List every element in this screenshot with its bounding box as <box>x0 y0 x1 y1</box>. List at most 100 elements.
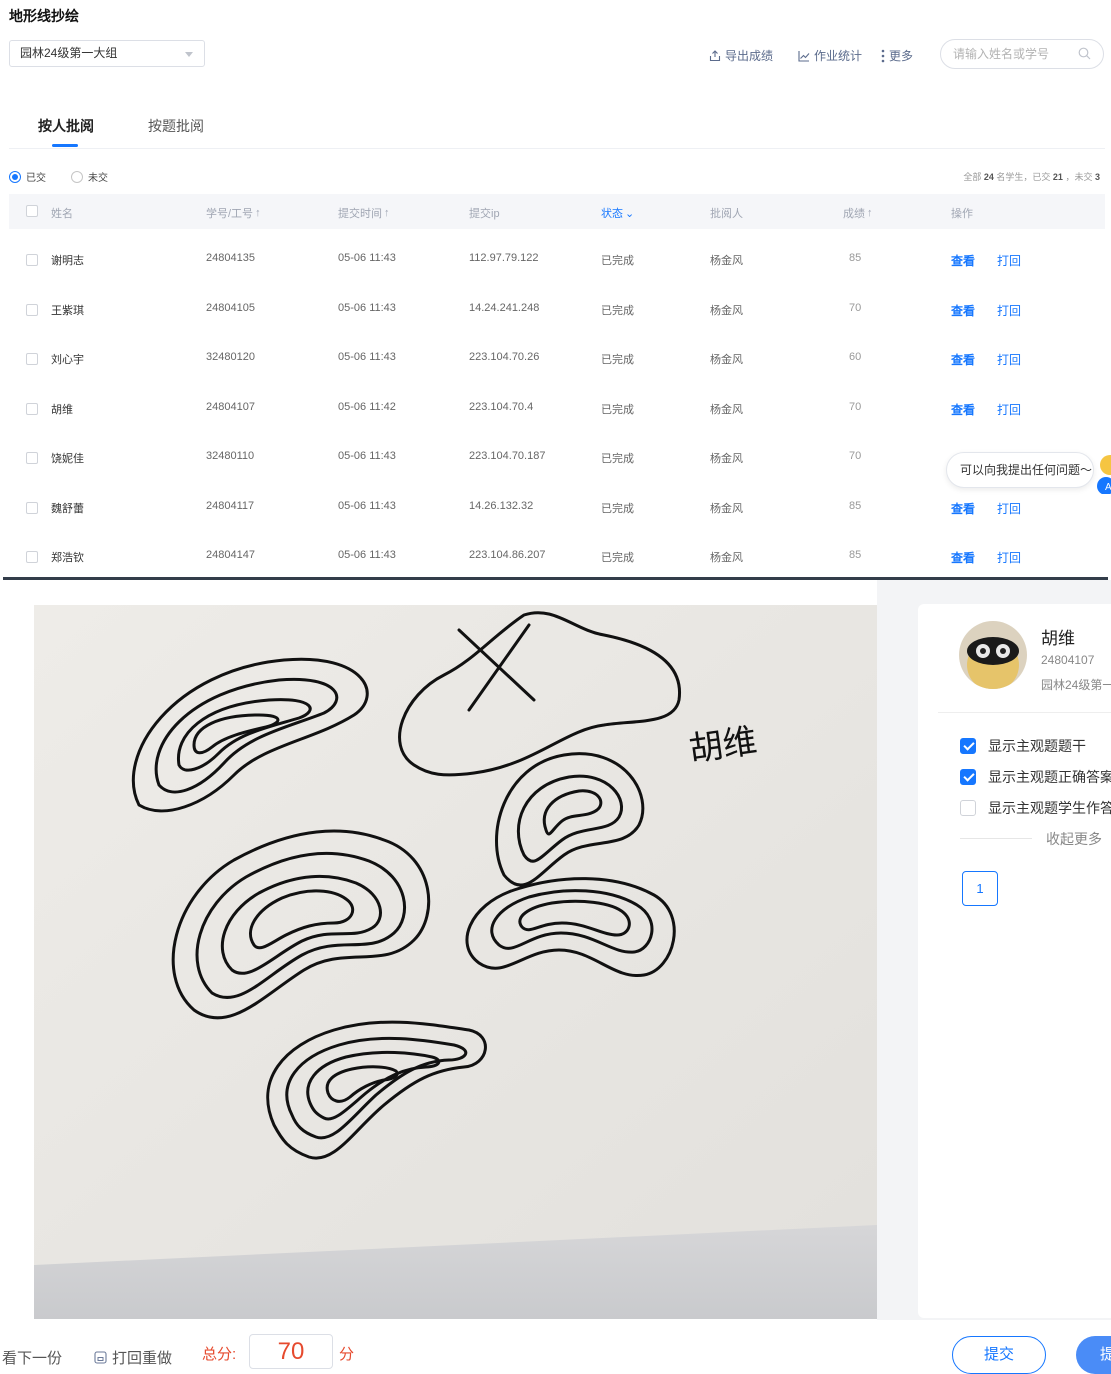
checkbox-checked-icon[interactable] <box>960 769 976 785</box>
col-name: 姓名 <box>51 205 73 221</box>
table-row[interactable]: 刘心宇 32480120 05-06 11:43 223.104.70.26 已完成 杨金… <box>9 335 1105 384</box>
cell-score: 70 <box>849 301 862 314</box>
option-show-student-answer[interactable]: 显示主观题学生作答 <box>960 798 1111 818</box>
option-show-stem-label: 显示主观题题干 <box>988 738 1086 754</box>
question-page-1[interactable]: 1 <box>962 871 998 906</box>
option-show-stem[interactable]: 显示主观题题干 <box>960 736 1086 756</box>
table-row[interactable]: 胡维 24804107 05-06 11:42 223.104.70.4 已完成 杨金风 7… <box>9 385 1105 434</box>
radio-not-submitted[interactable]: 未交 <box>71 169 108 184</box>
cell-name: 谢明志 <box>51 255 84 267</box>
score-input[interactable] <box>249 1334 333 1369</box>
view-button[interactable]: 查看 <box>951 302 975 319</box>
col-status-label: 状态 <box>601 208 623 220</box>
checkbox-unchecked-icon[interactable] <box>960 800 976 816</box>
view-button[interactable]: 查看 <box>951 351 975 368</box>
export-grades-button[interactable]: 导出成绩 <box>709 47 773 64</box>
table-row[interactable]: 郑浩钦 24804147 05-06 11:43 223.104.86.207 已完成 杨… <box>9 533 1105 582</box>
return-button[interactable]: 打回 <box>997 302 1021 319</box>
cell-id: 32480120 <box>206 351 255 363</box>
option-show-answer[interactable]: 显示主观题正确答案 <box>960 767 1111 787</box>
checkbox-checked-icon[interactable] <box>960 738 976 754</box>
select-all-checkbox[interactable] <box>26 205 38 217</box>
return-redo-button[interactable]: 打回重做 <box>94 1347 172 1368</box>
class-select[interactable]: 园林24级第一大组 <box>9 40 205 67</box>
cell-score: 70 <box>849 450 862 462</box>
class-select-value: 园林24级第一大组 <box>20 46 118 60</box>
return-button[interactable]: 打回 <box>997 351 1021 368</box>
col-actions-label: 操作 <box>951 208 973 220</box>
row-checkbox[interactable] <box>26 254 38 266</box>
return-button[interactable]: 打回 <box>997 500 1021 517</box>
view-button[interactable]: 查看 <box>951 252 975 269</box>
cell-reviewer: 杨金风 <box>710 304 743 317</box>
search-icon[interactable] <box>1078 47 1091 60</box>
student-avatar <box>959 621 1027 689</box>
row-checkbox[interactable] <box>26 452 38 464</box>
radio-submitted[interactable]: 已交 <box>9 169 46 184</box>
return-button[interactable]: 打回 <box>997 401 1021 418</box>
assistant-bubble[interactable]: 可以向我提出任何问题～ <box>946 452 1094 488</box>
table-row[interactable]: 谢明志 24804135 05-06 11:43 112.97.79.122 已完成 杨金… <box>9 236 1105 285</box>
submit-button[interactable]: 提交 <box>952 1336 1046 1374</box>
assignment-stats-button[interactable]: 作业统计 <box>798 47 862 64</box>
row-checkbox[interactable] <box>26 353 38 365</box>
assistant-avatar-icon[interactable]: A <box>1094 450 1111 494</box>
view-button[interactable]: 查看 <box>951 401 975 418</box>
col-reviewer: 批阅人 <box>710 205 743 221</box>
cell-time: 05-06 11:43 <box>338 301 396 314</box>
row-checkbox[interactable] <box>26 402 38 415</box>
chevron-down-icon: ⌄ <box>625 207 635 220</box>
col-time-label: 提交时间 <box>338 208 382 220</box>
cell-status: 已完成 <box>601 552 634 564</box>
cell-time: 05-06 11:43 <box>338 450 396 462</box>
svg-text:A: A <box>1105 482 1111 493</box>
cell-ip: 223.104.70.4 <box>469 400 534 413</box>
cell-ip: 223.104.70.26 <box>469 351 540 363</box>
collapse-more-button[interactable]: 收起更多 <box>1046 829 1102 849</box>
cell-status: 已完成 <box>601 453 634 465</box>
cell-score: 85 <box>849 549 862 561</box>
col-score[interactable]: 成绩 ↑ <box>843 205 873 221</box>
col-status[interactable]: 状态 ⌄ <box>601 205 634 221</box>
more-button[interactable]: 更多 <box>881 47 913 64</box>
row-checkbox[interactable] <box>26 501 38 514</box>
cell-name: 胡维 <box>51 403 73 416</box>
sort-up-icon: ↑ <box>384 207 390 219</box>
submit-next-button[interactable]: 提 <box>1076 1336 1111 1374</box>
tab-by-question[interactable]: 按题批阅 <box>148 116 204 136</box>
cell-name: 王紫琪 <box>51 304 84 317</box>
cell-status: 已完成 <box>601 255 634 267</box>
return-button[interactable]: 打回 <box>997 252 1021 269</box>
row-checkbox[interactable] <box>26 303 38 316</box>
next-submission-button[interactable]: 看下一份 <box>2 1347 62 1368</box>
col-id[interactable]: 学号/工号 ↑ <box>206 205 261 221</box>
card-divider <box>938 712 1111 713</box>
summary-mid: ，未交 <box>1065 172 1093 182</box>
student-work-image[interactable]: 胡维 <box>34 605 877 1319</box>
collapse-divider <box>960 838 1032 839</box>
cell-status: 已完成 <box>601 304 634 317</box>
cell-time: 05-06 11:43 <box>338 549 396 561</box>
table-row[interactable]: 饶妮佳 32480110 05-06 11:43 223.104.70.187 已完成 杨… <box>9 434 1105 483</box>
cell-id: 24804147 <box>206 549 255 561</box>
return-button[interactable]: 打回 <box>997 549 1021 566</box>
table-row[interactable]: 魏舒蕾 24804117 05-06 11:43 14.26.132.32 已完成 杨金风… <box>9 484 1105 533</box>
row-checkbox[interactable] <box>26 551 38 563</box>
col-time[interactable]: 提交时间 ↑ <box>338 205 390 221</box>
view-button[interactable]: 查看 <box>951 500 975 517</box>
tab-by-person[interactable]: 按人批阅 <box>38 116 94 136</box>
summary-total: 24 <box>983 172 994 182</box>
cell-score: 85 <box>849 499 862 512</box>
cell-ip: 223.104.86.207 <box>469 549 546 561</box>
cell-reviewer: 杨金风 <box>710 403 743 416</box>
cell-ip: 14.24.241.248 <box>469 301 540 314</box>
score-unit: 分 <box>339 1346 355 1363</box>
col-score-label: 成绩 <box>843 208 865 220</box>
student-name: 胡维 <box>1041 629 1075 648</box>
radio-unselected-icon <box>71 170 83 183</box>
col-ip-label: 提交ip <box>469 208 500 220</box>
view-button[interactable]: 查看 <box>951 549 975 566</box>
table-row[interactable]: 王紫琪 24804105 05-06 11:43 14.24.241.248 已完成 杨金… <box>9 286 1105 335</box>
col-name-label: 姓名 <box>51 208 73 220</box>
sort-up-icon: ↑ <box>867 207 873 219</box>
